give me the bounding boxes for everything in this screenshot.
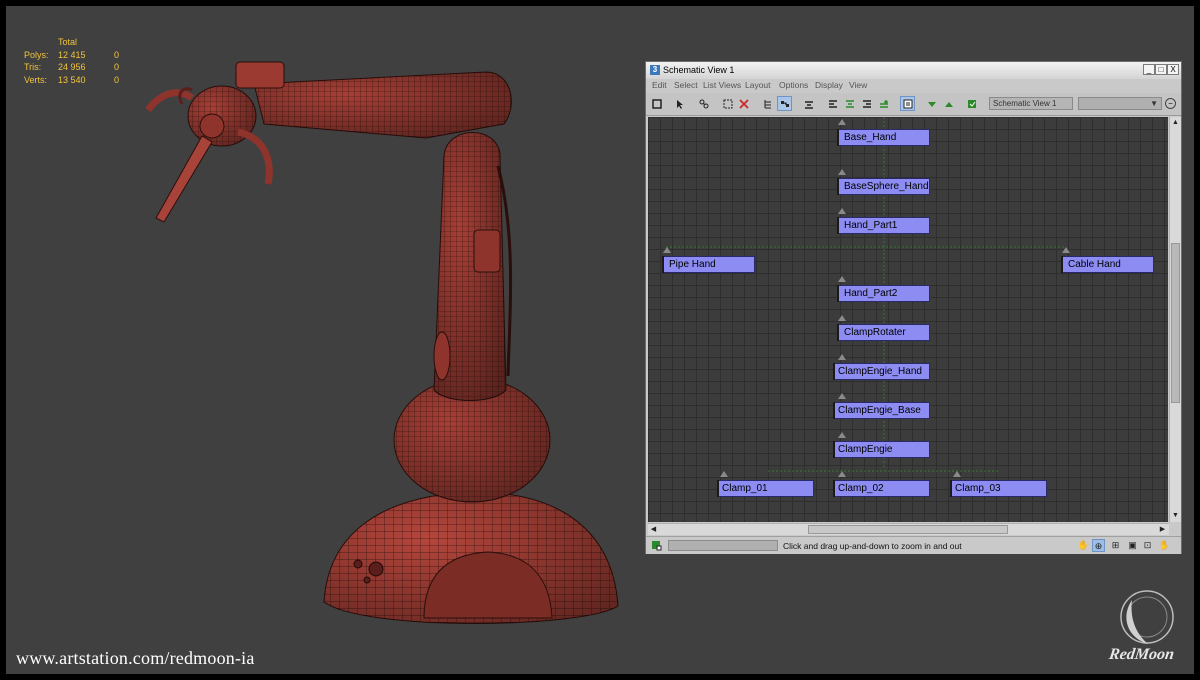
logo-text: RedMoon xyxy=(1107,646,1176,663)
delete-icon[interactable] xyxy=(736,96,751,111)
node-basesphere-hand[interactable]: BaseSphere_Hand xyxy=(837,178,930,195)
node-collapse-marker[interactable] xyxy=(838,354,846,360)
node-collapse-marker[interactable] xyxy=(838,393,846,399)
arm-column xyxy=(433,132,513,401)
vertical-scrollbar[interactable]: ▲ ▼ xyxy=(1169,117,1181,522)
redmoon-logo-icon xyxy=(1120,590,1174,644)
status-message: Click and drag up-and-down to zoom in an… xyxy=(783,541,962,551)
align-center-icon[interactable] xyxy=(842,96,857,111)
zoom-extents-icon[interactable]: ▣ xyxy=(1126,539,1139,552)
node-collapse-marker[interactable] xyxy=(838,119,846,125)
schematic-view-window[interactable]: 3 Schematic View 1 _ □ X Edit Select Lis… xyxy=(645,61,1182,554)
schematic-canvas[interactable]: Base_Hand BaseSphere_Hand Hand_Part1 Pip… xyxy=(648,117,1168,522)
align-left-icon[interactable] xyxy=(825,96,840,111)
preferences-icon[interactable] xyxy=(900,96,915,111)
schematic-titlebar[interactable]: 3 Schematic View 1 _ □ X xyxy=(646,62,1181,80)
menu-layout[interactable]: Layout xyxy=(745,80,771,90)
node-collapse-marker[interactable] xyxy=(838,208,846,214)
display-floater-icon[interactable] xyxy=(649,96,664,111)
node-clampengie-base[interactable]: ClampEngie_Base xyxy=(833,402,930,419)
references-mode-icon[interactable] xyxy=(777,96,792,111)
minimize-button[interactable]: _ xyxy=(1143,64,1155,75)
menu-view[interactable]: View xyxy=(849,80,867,90)
pan-hand-icon[interactable]: ✋ xyxy=(1077,539,1090,552)
clamp-hand xyxy=(145,85,273,223)
node-collapse-marker[interactable] xyxy=(838,276,846,282)
menu-options[interactable]: Options xyxy=(779,80,808,90)
expand-down-icon[interactable] xyxy=(924,96,939,111)
window-title: Schematic View 1 xyxy=(663,65,735,75)
unlink-selected-icon[interactable] xyxy=(720,96,735,111)
node-pipe-hand[interactable]: Pipe Hand xyxy=(662,256,755,273)
node-collapse-marker[interactable] xyxy=(838,432,846,438)
view-name-field[interactable]: Schematic View 1 xyxy=(989,97,1073,110)
node-clamp-02[interactable]: Clamp_02 xyxy=(833,480,930,497)
node-collapse-marker[interactable] xyxy=(838,471,846,477)
align-plus-icon[interactable] xyxy=(876,96,891,111)
close-button[interactable]: X xyxy=(1167,64,1179,75)
vertical-scroll-thumb[interactable] xyxy=(1171,243,1180,403)
base-dome xyxy=(323,491,619,624)
status-field xyxy=(668,540,778,551)
pan-to-selected-icon[interactable]: ✋ xyxy=(1158,539,1171,552)
bookmark-icon[interactable] xyxy=(964,96,979,111)
zoom-selected-icon[interactable]: ⊡ xyxy=(1141,539,1154,552)
connect-icon[interactable] xyxy=(696,96,711,111)
align-right-icon[interactable] xyxy=(859,96,874,111)
horizontal-scrollbar[interactable]: ◀ ▶ xyxy=(648,523,1169,535)
node-clamp-01[interactable]: Clamp_01 xyxy=(717,480,814,497)
scroll-down-arrow-icon[interactable]: ▼ xyxy=(1171,511,1180,520)
schematic-statusbar: Click and drag up-and-down to zoom in an… xyxy=(646,536,1181,554)
node-cable-hand[interactable]: Cable Hand xyxy=(1061,256,1154,273)
arm-upper xyxy=(235,61,512,139)
collapse-up-icon[interactable] xyxy=(941,96,956,111)
horizontal-scroll-thumb[interactable] xyxy=(808,525,1008,534)
bookmark-dropdown[interactable]: ▼ xyxy=(1078,97,1162,110)
schematic-menubar: Edit Select List Views Layout Options Di… xyxy=(646,79,1181,92)
scroll-up-arrow-icon[interactable]: ▲ xyxy=(1171,118,1180,127)
artstation-url: www.artstation.com/redmoon-ia xyxy=(16,648,255,668)
menu-list-views[interactable]: List Views xyxy=(703,80,741,90)
hierarchy-mode-icon[interactable] xyxy=(760,96,775,111)
node-clamprotater[interactable]: ClampRotater xyxy=(837,324,930,341)
chevron-down-icon: ▼ xyxy=(1150,99,1158,108)
node-clampengie-hand[interactable]: ClampEngie_Hand xyxy=(833,363,930,380)
status-icon xyxy=(652,541,662,551)
node-hand-part2[interactable]: Hand_Part2 xyxy=(837,285,930,302)
node-base-hand[interactable]: Base_Hand xyxy=(837,129,930,146)
node-collapse-marker[interactable] xyxy=(663,247,671,253)
robot-arm-model[interactable] xyxy=(6,6,646,674)
maximize-button[interactable]: □ xyxy=(1155,64,1167,75)
menu-display[interactable]: Display xyxy=(815,80,843,90)
align-icon[interactable] xyxy=(801,96,816,111)
node-collapse-marker[interactable] xyxy=(1062,247,1070,253)
node-collapse-marker[interactable] xyxy=(838,169,846,175)
zoom-icon[interactable]: ⊕ xyxy=(1092,539,1105,552)
menu-edit[interactable]: Edit xyxy=(652,80,667,90)
node-collapse-marker[interactable] xyxy=(838,315,846,321)
3d-viewport[interactable]: Total Polys: 12 415 0 Tris: 24 956 0 Ver… xyxy=(6,6,1194,674)
select-arrow-icon[interactable] xyxy=(672,96,687,111)
app-icon: 3 xyxy=(650,65,660,75)
remove-bookmark-icon[interactable]: − xyxy=(1165,98,1176,109)
zoom-region-icon[interactable]: ⊞ xyxy=(1109,539,1122,552)
menu-select[interactable]: Select xyxy=(674,80,698,90)
node-collapse-marker[interactable] xyxy=(953,471,961,477)
scroll-left-arrow-icon[interactable]: ◀ xyxy=(649,525,658,534)
node-clamp-03[interactable]: Clamp_03 xyxy=(950,480,1047,497)
node-hand-part1[interactable]: Hand_Part1 xyxy=(837,217,930,234)
node-collapse-marker[interactable] xyxy=(720,471,728,477)
node-clampengie[interactable]: ClampEngie xyxy=(833,441,930,458)
schematic-toolbar: Schematic View 1 ▼ − xyxy=(646,93,1181,116)
scroll-right-arrow-icon[interactable]: ▶ xyxy=(1158,525,1167,534)
